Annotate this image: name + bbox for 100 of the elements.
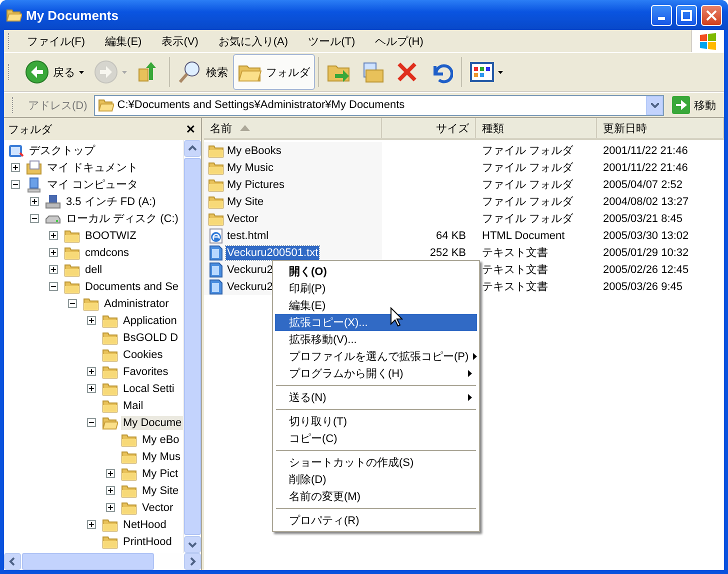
context-menu-item[interactable]: 編集(E) — [275, 297, 477, 314]
folder-icon — [98, 97, 114, 113]
folder-icon — [64, 262, 80, 278]
dropdown-caret-icon — [79, 70, 84, 74]
file-name[interactable]: Veckuru2 — [226, 280, 274, 294]
folder-icon — [102, 312, 118, 328]
tree-item[interactable]: My Pict — [140, 466, 180, 480]
folder-icon — [64, 278, 80, 294]
tree-item[interactable]: Administrator — [102, 296, 171, 310]
context-menu-item[interactable]: プロファイルを選んで拡張コピー(P) — [275, 348, 477, 365]
menu-item[interactable]: お気に入り(A) — [211, 32, 296, 50]
expand-icon[interactable] — [87, 316, 96, 325]
column-header[interactable]: 種類 — [476, 118, 597, 138]
expand-icon[interactable] — [30, 197, 39, 206]
submenu-arrow-icon — [472, 353, 477, 360]
menu-item[interactable]: ヘルプ(H) — [368, 32, 430, 50]
context-menu-item[interactable]: 拡張コピー(X)... — [275, 314, 477, 331]
expand-icon[interactable] — [49, 265, 58, 274]
tree-item[interactable]: デスクトップ — [27, 142, 97, 159]
file-type: テキスト文書 — [482, 247, 548, 259]
horizontal-scrollbar[interactable] — [4, 553, 201, 570]
collapse-icon[interactable] — [68, 299, 77, 308]
tree-item[interactable]: My Mus — [140, 450, 182, 464]
file-name[interactable]: Vector — [226, 212, 260, 226]
minimize-button[interactable] — [651, 4, 672, 26]
tree-item[interactable]: My eBo — [140, 432, 182, 446]
expand-icon[interactable] — [87, 384, 96, 393]
tree-item[interactable]: マイ コンピュータ — [45, 176, 140, 193]
expand-icon[interactable] — [49, 248, 58, 257]
tree-item[interactable]: NetHood — [121, 518, 168, 532]
scroll-right-icon[interactable] — [184, 553, 201, 570]
scroll-left-icon[interactable] — [4, 553, 21, 570]
expand-icon[interactable] — [106, 486, 115, 495]
maximize-button[interactable] — [676, 4, 697, 26]
context-menu-item[interactable]: コピー(C) — [275, 430, 477, 447]
tree-item[interactable]: My Site — [140, 484, 181, 498]
file-name[interactable]: Veckuru200501.txt — [226, 246, 320, 260]
tree-item[interactable]: cmdcons — [83, 246, 132, 260]
menu-item[interactable]: 編集(E) — [98, 32, 149, 50]
tree-item[interactable]: Local Setti — [121, 382, 176, 396]
menu-item[interactable]: ファイル(F) — [20, 32, 92, 50]
column-header[interactable]: サイズ — [382, 118, 476, 138]
context-menu-item[interactable]: ショートカットの作成(S) — [275, 454, 477, 471]
scroll-thumb[interactable] — [22, 553, 154, 570]
collapse-icon[interactable] — [11, 180, 20, 189]
context-menu-item[interactable]: 切り取り(T) — [275, 413, 477, 430]
address-field[interactable]: C:¥Documents and Settings¥Administrator¥My Documents — [94, 94, 664, 116]
folder-icon — [121, 482, 137, 498]
tree-item[interactable]: 3.5 インチ FD (A:) — [64, 193, 158, 210]
close-button[interactable] — [701, 4, 722, 26]
pane-title: フォルダ — [8, 122, 52, 136]
tree-item[interactable]: マイ ドキュメント — [45, 159, 140, 176]
search-button[interactable]: 検索 — [173, 54, 233, 90]
tree-item[interactable]: Documents and Se — [83, 280, 181, 294]
collapse-icon[interactable] — [87, 418, 96, 427]
open-folder-icon — [102, 414, 118, 430]
file-name[interactable]: My Site — [226, 194, 265, 208]
tree-item[interactable]: My Docume — [121, 416, 183, 430]
expand-icon[interactable] — [106, 503, 115, 512]
column-header[interactable]: 名前 — [204, 118, 382, 138]
modified-date: 2005/02/26 12:45 — [603, 264, 689, 276]
file-type: ファイル フォルダ — [482, 213, 574, 225]
context-menu-item[interactable]: 名前の変更(M) — [275, 488, 477, 505]
context-menu-item[interactable]: 印刷(P) — [275, 280, 477, 297]
tree-item[interactable]: dell — [83, 262, 104, 276]
file-type: ファイル フォルダ — [482, 162, 574, 174]
scroll-up-icon[interactable] — [184, 140, 201, 157]
tree-item[interactable]: Mail — [121, 398, 146, 412]
expand-icon[interactable] — [106, 469, 115, 478]
close-pane-button[interactable]: × — [186, 120, 195, 138]
expand-icon[interactable] — [87, 367, 96, 376]
collapse-icon[interactable] — [49, 282, 58, 291]
expand-icon[interactable] — [87, 520, 96, 529]
context-menu-item[interactable]: プログラムから開く(H) — [275, 365, 477, 382]
folders-button[interactable]: フォルダ — [233, 54, 315, 90]
go-button[interactable]: 移動 — [668, 96, 720, 114]
folder-icon — [102, 364, 118, 380]
context-menu-item[interactable]: 開く(O) — [275, 263, 477, 280]
expand-icon[interactable] — [49, 231, 58, 240]
menu-item[interactable]: ツール(T) — [301, 32, 362, 50]
scroll-down-icon[interactable] — [184, 536, 201, 553]
tree-item[interactable]: Cookies — [121, 348, 165, 362]
tree-item[interactable]: BsGOLD D — [121, 330, 180, 344]
tree-item[interactable]: Application — [121, 314, 179, 328]
tree-item[interactable]: ローカル ディスク (C:) — [64, 210, 180, 227]
modified-date: 2001/11/22 21:46 — [603, 162, 688, 174]
tree-item[interactable]: Favorites — [121, 364, 170, 378]
file-name[interactable]: Veckuru2 — [226, 262, 274, 276]
back-button[interactable]: 戻る — [20, 54, 89, 90]
tree-item[interactable]: Vector — [140, 500, 176, 514]
context-menu-item[interactable]: プロパティ(R) — [275, 512, 477, 529]
tree-item[interactable]: BOOTWIZ — [83, 228, 138, 242]
context-menu-item[interactable]: 削除(D) — [275, 471, 477, 488]
column-header[interactable]: 更新日時 — [597, 118, 724, 138]
menu-item[interactable]: 表示(V) — [154, 32, 206, 50]
context-menu-item[interactable]: 拡張移動(V)... — [275, 331, 477, 348]
collapse-icon[interactable] — [30, 214, 39, 223]
tree-item[interactable]: PrintHood — [121, 534, 174, 548]
expand-icon[interactable] — [11, 163, 20, 172]
context-menu-item[interactable]: 送る(N) — [275, 389, 477, 406]
